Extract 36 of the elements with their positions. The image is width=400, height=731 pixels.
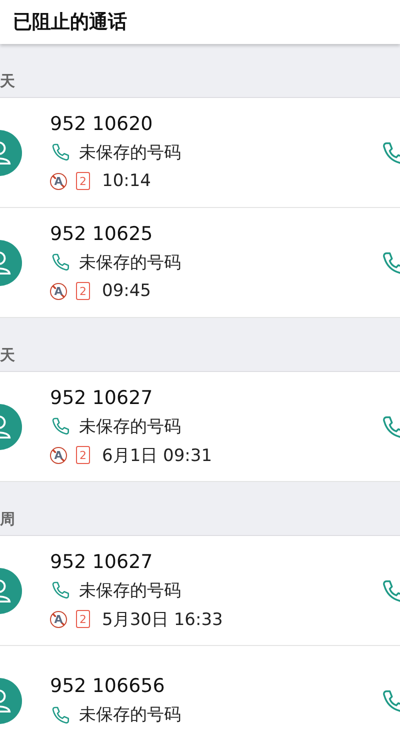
- phone-icon: [380, 688, 400, 714]
- phone-number: 952 10625: [50, 222, 154, 246]
- call-time: 10:14: [102, 171, 151, 191]
- phone-icon: [50, 416, 70, 436]
- phone-number: 952 10627: [50, 386, 154, 410]
- number-label: 未保存的号码: [79, 252, 181, 274]
- blocked-icon: A: [50, 282, 67, 300]
- phone-icon: [380, 414, 400, 440]
- sim-icon: 2: [76, 446, 90, 464]
- call-time: 6月1日 09:31: [102, 444, 212, 466]
- phone-icon: [380, 578, 400, 604]
- number-label: 未保存的号码: [79, 704, 181, 726]
- blocked-icon: A: [50, 172, 67, 190]
- blocked-icon: A: [50, 446, 67, 464]
- phone-number: 952 10627: [50, 550, 154, 574]
- section-header-text: 天: [0, 346, 15, 365]
- phone-icon: [50, 580, 70, 600]
- phone-icon: [50, 142, 70, 162]
- phone-number: 952 106656: [50, 674, 166, 699]
- number-label: 未保存的号码: [79, 416, 181, 438]
- call-time: 5月30日 16:33: [102, 608, 223, 630]
- number-label: 未保存的号码: [79, 580, 181, 602]
- phone-icon: [380, 250, 400, 276]
- sim-icon: 2: [76, 610, 90, 628]
- section-header-text: 天: [0, 72, 15, 91]
- phone-number: 952 10620: [50, 112, 154, 136]
- sim-icon: 2: [76, 172, 90, 190]
- section-header-text: 周: [0, 510, 15, 529]
- blocked-icon: A: [50, 610, 67, 628]
- phone-icon: [380, 140, 400, 166]
- number-label: 未保存的号码: [79, 142, 181, 164]
- window-title: 已阻止的通话: [13, 10, 127, 35]
- phone-icon: [50, 252, 70, 272]
- call-time: 09:45: [102, 281, 151, 301]
- phone-icon: [50, 704, 70, 724]
- sim-icon: 2: [76, 282, 90, 300]
